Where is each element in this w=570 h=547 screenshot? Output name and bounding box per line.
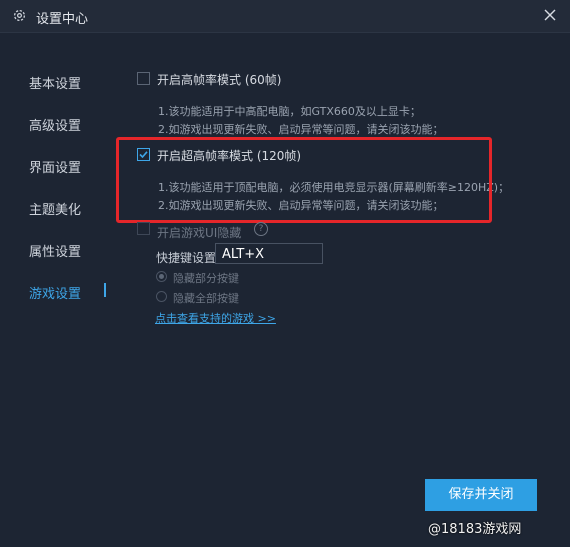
radio-hide-partial-label: 隐藏部分按键 <box>173 272 239 285</box>
sidebar-item-interface[interactable]: 界面设置 <box>29 157 81 176</box>
sidebar-item-basic[interactable]: 基本设置 <box>29 73 81 92</box>
sidebar-item-properties[interactable]: 属性设置 <box>29 241 81 260</box>
hotkey-label: 快捷键设置 <box>156 251 217 265</box>
high-fps-label: 开启高帧率模式 (60帧) <box>157 73 282 87</box>
high-fps-desc-1: 1.该功能适用于中高配电脑，如GTX660及以上显卡； <box>158 105 421 118</box>
window-title: 设置中心 <box>36 12 89 27</box>
radio-hide-partial[interactable] <box>156 271 167 282</box>
save-and-close-button[interactable]: 保存并关闭 <box>425 479 537 511</box>
sidebar-item-advanced[interactable]: 高级设置 <box>29 115 81 134</box>
high-fps-checkbox[interactable] <box>137 72 150 85</box>
sidebar-item-theme[interactable]: 主题美化 <box>29 199 81 218</box>
hide-ui-checkbox[interactable] <box>137 222 150 235</box>
close-icon[interactable] <box>542 7 558 23</box>
supported-games-link[interactable]: 点击查看支持的游戏 >> <box>155 310 276 326</box>
radio-hide-all[interactable] <box>156 291 167 302</box>
question-icon[interactable]: ? <box>254 222 268 236</box>
gear-icon <box>12 8 27 23</box>
title-bar: 设置中心 <box>0 0 570 33</box>
watermark: @18183游戏网 <box>428 522 522 537</box>
hotkey-input[interactable]: ALT+X <box>215 243 323 264</box>
sidebar: 基本设置 高级设置 界面设置 主题美化 属性设置 游戏设置 <box>0 33 112 547</box>
radio-hide-all-label: 隐藏全部按键 <box>173 292 239 305</box>
hide-ui-label: 开启游戏UI隐藏 <box>157 226 242 240</box>
high-fps-desc-2: 2.如游戏出现更新失败、启动异常等问题，请关闭该功能； <box>158 123 444 136</box>
sidebar-item-game[interactable]: 游戏设置 <box>29 283 81 302</box>
active-tab-indicator <box>104 283 106 297</box>
highlight-annotation-box <box>116 137 492 223</box>
